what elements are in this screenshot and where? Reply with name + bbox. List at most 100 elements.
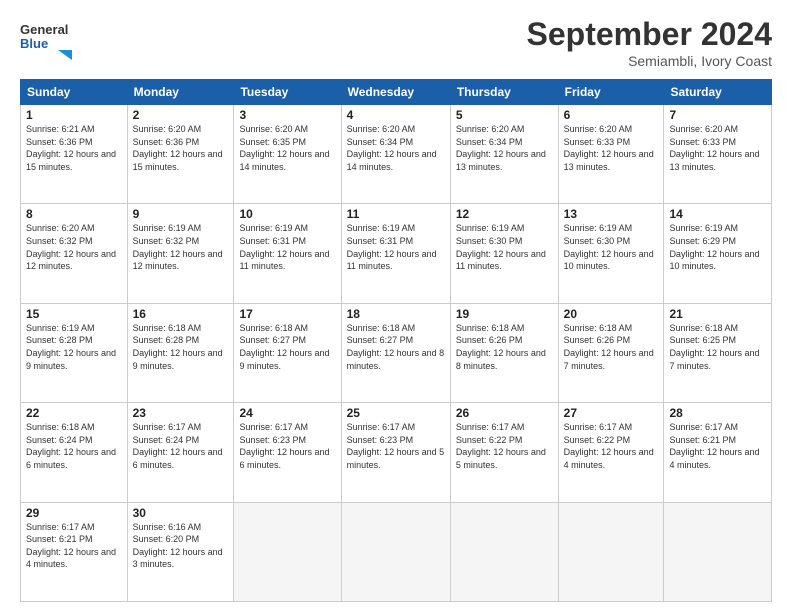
calendar-cell <box>341 502 450 601</box>
calendar-cell: 17Sunrise: 6:18 AMSunset: 6:27 PMDayligh… <box>234 303 341 402</box>
calendar-cell <box>664 502 772 601</box>
day-number: 9 <box>133 207 229 221</box>
day-info: Sunrise: 6:21 AMSunset: 6:36 PMDaylight:… <box>26 123 122 173</box>
day-number: 22 <box>26 406 122 420</box>
calendar-cell: 1Sunrise: 6:21 AMSunset: 6:36 PMDaylight… <box>21 105 128 204</box>
svg-text:General: General <box>20 22 68 37</box>
day-number: 8 <box>26 207 122 221</box>
day-info: Sunrise: 6:18 AMSunset: 6:26 PMDaylight:… <box>456 322 553 372</box>
day-info: Sunrise: 6:19 AMSunset: 6:30 PMDaylight:… <box>456 222 553 272</box>
day-number: 5 <box>456 108 553 122</box>
calendar-cell: 30Sunrise: 6:16 AMSunset: 6:20 PMDayligh… <box>127 502 234 601</box>
day-number: 10 <box>239 207 335 221</box>
col-thursday: Thursday <box>450 80 558 105</box>
calendar-cell: 20Sunrise: 6:18 AMSunset: 6:26 PMDayligh… <box>558 303 664 402</box>
calendar-cell <box>234 502 341 601</box>
location: Semiambli, Ivory Coast <box>527 53 772 69</box>
calendar-cell: 3Sunrise: 6:20 AMSunset: 6:35 PMDaylight… <box>234 105 341 204</box>
calendar-cell <box>558 502 664 601</box>
day-number: 30 <box>133 506 229 520</box>
logo: General Blue <box>20 16 80 60</box>
day-info: Sunrise: 6:19 AMSunset: 6:32 PMDaylight:… <box>133 222 229 272</box>
calendar-cell: 24Sunrise: 6:17 AMSunset: 6:23 PMDayligh… <box>234 403 341 502</box>
day-info: Sunrise: 6:17 AMSunset: 6:23 PMDaylight:… <box>347 421 445 471</box>
calendar-cell: 25Sunrise: 6:17 AMSunset: 6:23 PMDayligh… <box>341 403 450 502</box>
day-info: Sunrise: 6:20 AMSunset: 6:33 PMDaylight:… <box>564 123 659 173</box>
calendar-cell: 14Sunrise: 6:19 AMSunset: 6:29 PMDayligh… <box>664 204 772 303</box>
title-block: September 2024 Semiambli, Ivory Coast <box>527 16 772 69</box>
header: General Blue September 2024 Semiambli, I… <box>20 16 772 69</box>
day-info: Sunrise: 6:20 AMSunset: 6:34 PMDaylight:… <box>347 123 445 173</box>
calendar-cell: 22Sunrise: 6:18 AMSunset: 6:24 PMDayligh… <box>21 403 128 502</box>
calendar-cell: 13Sunrise: 6:19 AMSunset: 6:30 PMDayligh… <box>558 204 664 303</box>
calendar-cell: 11Sunrise: 6:19 AMSunset: 6:31 PMDayligh… <box>341 204 450 303</box>
day-number: 3 <box>239 108 335 122</box>
calendar-cell: 27Sunrise: 6:17 AMSunset: 6:22 PMDayligh… <box>558 403 664 502</box>
calendar-cell: 2Sunrise: 6:20 AMSunset: 6:36 PMDaylight… <box>127 105 234 204</box>
day-info: Sunrise: 6:17 AMSunset: 6:24 PMDaylight:… <box>133 421 229 471</box>
calendar-cell: 8Sunrise: 6:20 AMSunset: 6:32 PMDaylight… <box>21 204 128 303</box>
calendar-cell: 18Sunrise: 6:18 AMSunset: 6:27 PMDayligh… <box>341 303 450 402</box>
page: General Blue September 2024 Semiambli, I… <box>0 0 792 612</box>
day-number: 26 <box>456 406 553 420</box>
svg-text:Blue: Blue <box>20 36 48 51</box>
calendar-cell: 23Sunrise: 6:17 AMSunset: 6:24 PMDayligh… <box>127 403 234 502</box>
day-info: Sunrise: 6:17 AMSunset: 6:22 PMDaylight:… <box>456 421 553 471</box>
col-friday: Friday <box>558 80 664 105</box>
day-info: Sunrise: 6:17 AMSunset: 6:23 PMDaylight:… <box>239 421 335 471</box>
day-info: Sunrise: 6:18 AMSunset: 6:26 PMDaylight:… <box>564 322 659 372</box>
calendar-header-row: Sunday Monday Tuesday Wednesday Thursday… <box>21 80 772 105</box>
day-number: 15 <box>26 307 122 321</box>
calendar-week-1: 1Sunrise: 6:21 AMSunset: 6:36 PMDaylight… <box>21 105 772 204</box>
day-number: 17 <box>239 307 335 321</box>
calendar-cell: 9Sunrise: 6:19 AMSunset: 6:32 PMDaylight… <box>127 204 234 303</box>
month-title: September 2024 <box>527 16 772 53</box>
day-info: Sunrise: 6:18 AMSunset: 6:25 PMDaylight:… <box>669 322 766 372</box>
calendar-cell: 26Sunrise: 6:17 AMSunset: 6:22 PMDayligh… <box>450 403 558 502</box>
day-info: Sunrise: 6:17 AMSunset: 6:21 PMDaylight:… <box>669 421 766 471</box>
day-info: Sunrise: 6:20 AMSunset: 6:34 PMDaylight:… <box>456 123 553 173</box>
col-wednesday: Wednesday <box>341 80 450 105</box>
calendar-cell: 7Sunrise: 6:20 AMSunset: 6:33 PMDaylight… <box>664 105 772 204</box>
day-number: 2 <box>133 108 229 122</box>
calendar-cell: 5Sunrise: 6:20 AMSunset: 6:34 PMDaylight… <box>450 105 558 204</box>
day-info: Sunrise: 6:18 AMSunset: 6:28 PMDaylight:… <box>133 322 229 372</box>
logo-icon: General Blue <box>20 16 80 60</box>
calendar-cell <box>450 502 558 601</box>
day-info: Sunrise: 6:19 AMSunset: 6:30 PMDaylight:… <box>564 222 659 272</box>
day-number: 1 <box>26 108 122 122</box>
day-number: 7 <box>669 108 766 122</box>
calendar-cell: 4Sunrise: 6:20 AMSunset: 6:34 PMDaylight… <box>341 105 450 204</box>
col-monday: Monday <box>127 80 234 105</box>
day-info: Sunrise: 6:19 AMSunset: 6:29 PMDaylight:… <box>669 222 766 272</box>
day-info: Sunrise: 6:18 AMSunset: 6:27 PMDaylight:… <box>347 322 445 372</box>
day-info: Sunrise: 6:16 AMSunset: 6:20 PMDaylight:… <box>133 521 229 571</box>
calendar-cell: 12Sunrise: 6:19 AMSunset: 6:30 PMDayligh… <box>450 204 558 303</box>
col-sunday: Sunday <box>21 80 128 105</box>
day-info: Sunrise: 6:20 AMSunset: 6:35 PMDaylight:… <box>239 123 335 173</box>
calendar-table: Sunday Monday Tuesday Wednesday Thursday… <box>20 79 772 602</box>
day-info: Sunrise: 6:17 AMSunset: 6:21 PMDaylight:… <box>26 521 122 571</box>
calendar-week-4: 22Sunrise: 6:18 AMSunset: 6:24 PMDayligh… <box>21 403 772 502</box>
day-info: Sunrise: 6:17 AMSunset: 6:22 PMDaylight:… <box>564 421 659 471</box>
day-info: Sunrise: 6:19 AMSunset: 6:31 PMDaylight:… <box>347 222 445 272</box>
calendar-cell: 10Sunrise: 6:19 AMSunset: 6:31 PMDayligh… <box>234 204 341 303</box>
day-info: Sunrise: 6:18 AMSunset: 6:27 PMDaylight:… <box>239 322 335 372</box>
day-number: 13 <box>564 207 659 221</box>
day-number: 11 <box>347 207 445 221</box>
day-number: 27 <box>564 406 659 420</box>
calendar-week-5: 29Sunrise: 6:17 AMSunset: 6:21 PMDayligh… <box>21 502 772 601</box>
calendar-cell: 28Sunrise: 6:17 AMSunset: 6:21 PMDayligh… <box>664 403 772 502</box>
calendar-cell: 29Sunrise: 6:17 AMSunset: 6:21 PMDayligh… <box>21 502 128 601</box>
day-number: 29 <box>26 506 122 520</box>
calendar-cell: 15Sunrise: 6:19 AMSunset: 6:28 PMDayligh… <box>21 303 128 402</box>
day-number: 14 <box>669 207 766 221</box>
calendar-cell: 19Sunrise: 6:18 AMSunset: 6:26 PMDayligh… <box>450 303 558 402</box>
day-number: 6 <box>564 108 659 122</box>
day-number: 18 <box>347 307 445 321</box>
day-info: Sunrise: 6:19 AMSunset: 6:31 PMDaylight:… <box>239 222 335 272</box>
calendar-cell: 6Sunrise: 6:20 AMSunset: 6:33 PMDaylight… <box>558 105 664 204</box>
day-number: 24 <box>239 406 335 420</box>
day-number: 25 <box>347 406 445 420</box>
calendar-week-2: 8Sunrise: 6:20 AMSunset: 6:32 PMDaylight… <box>21 204 772 303</box>
